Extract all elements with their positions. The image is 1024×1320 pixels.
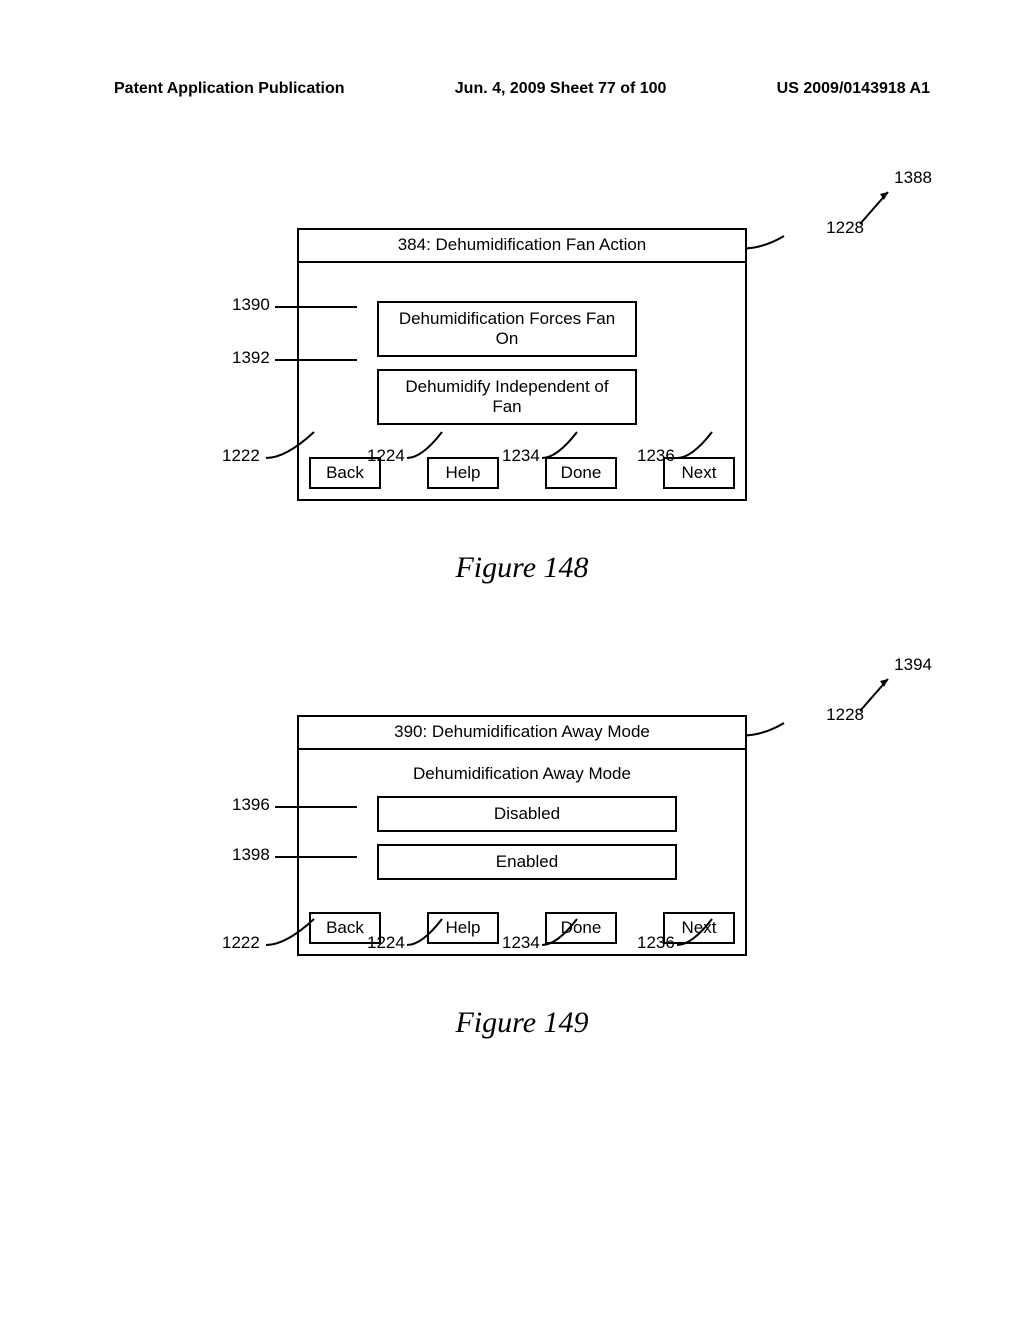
figure-149-block: 1394 1228 390: Dehumidification Away Mod… [142,665,902,956]
ref-nav: 1234 [502,446,540,466]
ref-nav: 1222 [222,933,260,953]
done-button[interactable]: Done [545,457,617,489]
ref-option: 1396 [232,795,270,815]
ref-nav: 1222 [222,446,260,466]
option-enabled[interactable]: Enabled [377,844,677,880]
screen-title: 384: Dehumidification Fan Action [299,230,745,263]
arrow-icon [860,671,900,711]
header-left: Patent Application Publication [114,80,345,98]
option-row: Enabled [317,844,727,880]
header-center: Jun. 4, 2009 Sheet 77 of 100 [455,80,667,98]
lead-line-icon [275,806,357,808]
option-row: Disabled [317,796,727,832]
screen-subtitle: Dehumidification Away Mode [317,764,727,784]
option-forces-fan-on[interactable]: Dehumidification Forces Fan On [377,301,637,357]
figure-caption: Figure 149 [110,1006,934,1040]
screen-body: Dehumidification Forces Fan On Dehumidif… [299,263,745,449]
figure-148-block: 1388 1228 384: Dehumidification Fan Acti… [142,178,902,501]
lead-line-icon [407,917,447,947]
patent-page: Patent Application Publication Jun. 4, 2… [0,0,1024,1320]
lead-line-icon [407,430,447,460]
ref-option: 1392 [232,348,270,368]
ref-nav: 1236 [637,933,675,953]
lead-line-icon [542,430,582,460]
lead-line-icon [275,306,357,308]
ref-title: 1228 [826,218,864,238]
lead-line-icon [677,917,717,947]
lead-line-icon [275,359,357,361]
option-row: Dehumidify Independent of Fan [317,369,727,425]
ref-nav: 1234 [502,933,540,953]
ref-nav: 1224 [367,933,405,953]
help-button[interactable]: Help [427,457,499,489]
lead-line-icon [677,430,717,460]
screen-title: 390: Dehumidification Away Mode [299,717,745,750]
header-right: US 2009/0143918 A1 [777,80,930,98]
ref-title: 1228 [826,705,864,725]
lead-line-icon [275,856,357,858]
lead-line-icon [266,430,316,460]
arrow-icon [860,184,900,224]
lead-line-icon [266,917,316,947]
page-header: Patent Application Publication Jun. 4, 2… [110,80,934,98]
figure-caption: Figure 148 [110,551,934,585]
option-independent-of-fan[interactable]: Dehumidify Independent of Fan [377,369,637,425]
ref-option: 1390 [232,295,270,315]
ref-option: 1398 [232,845,270,865]
option-disabled[interactable]: Disabled [377,796,677,832]
ref-nav: 1236 [637,446,675,466]
screen-body: Dehumidification Away Mode Disabled Enab… [299,750,745,904]
ref-nav: 1224 [367,446,405,466]
lead-line-icon [542,917,582,947]
option-row: Dehumidification Forces Fan On [317,301,727,357]
